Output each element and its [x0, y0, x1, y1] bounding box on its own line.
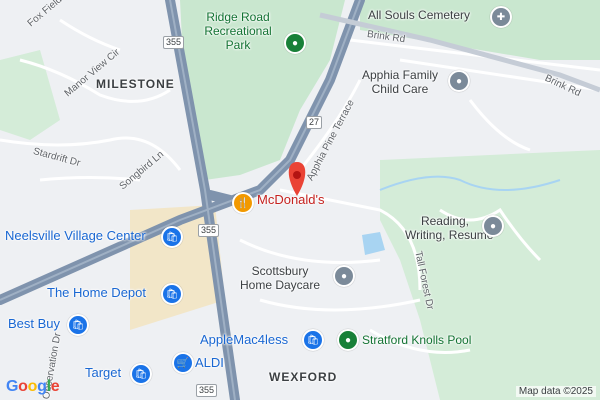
applemac-pin-icon[interactable]: 🛍 [302, 329, 324, 351]
target-pin-icon[interactable]: 🛍 [130, 363, 152, 385]
best-buy-label[interactable]: Best Buy [8, 317, 60, 331]
pool-pin-icon[interactable]: ● [337, 329, 359, 351]
apphia-child-care-label[interactable]: Apphia Family Child Care [350, 68, 450, 96]
park-pin-icon[interactable]: ● [284, 32, 306, 54]
stratford-knolls-pool-label[interactable]: Stratford Knolls Pool [362, 333, 471, 347]
ridge-road-park-label[interactable]: Ridge Road Recreational Park [193, 10, 283, 52]
daycare-pin-icon[interactable]: ● [333, 265, 355, 287]
tutoring-pin-icon[interactable]: ● [482, 215, 504, 237]
reading-writing-resume-label[interactable]: Reading, Writing, Resume [405, 214, 493, 242]
scottsbury-home-daycare-label[interactable]: Scottsbury Home Daycare [230, 264, 330, 292]
aldi-pin-icon[interactable]: 🛒 [172, 352, 194, 374]
route-shield: 27 [306, 116, 323, 129]
applemac4less-label[interactable]: AppleMac4less [200, 333, 288, 347]
neelsville-village-center-label[interactable]: Neelsville Village Center [5, 229, 146, 243]
milestone-area-label: MILESTONE [96, 77, 175, 91]
map-canvas[interactable]: Ridge Road Recreational Park ● All Souls C… [0, 0, 600, 400]
google-logo: Google [6, 378, 60, 395]
forest-area [380, 150, 600, 400]
route-shield: 355 [163, 36, 185, 49]
pond [362, 232, 385, 255]
best-buy-pin-icon[interactable]: 🛍 [67, 314, 89, 336]
target-label[interactable]: Target [85, 366, 121, 380]
child-care-pin-icon[interactable]: ● [448, 70, 470, 92]
route-shield: 355 [198, 224, 220, 237]
shopping-pin-icon[interactable]: 🛍 [161, 226, 183, 248]
aldi-label[interactable]: ALDI [195, 356, 224, 370]
cemetery-pin-icon[interactable]: ✚ [490, 6, 512, 28]
home-depot-pin-icon[interactable]: 🛍 [161, 283, 183, 305]
all-souls-cemetery-label[interactable]: All Souls Cemetery [368, 8, 470, 22]
home-depot-label[interactable]: The Home Depot [47, 286, 146, 300]
route-shield: 355 [196, 384, 218, 397]
mcdonalds-label[interactable]: McDonald's [257, 193, 325, 207]
map-attribution[interactable]: Map data ©2025 [515, 386, 596, 397]
restaurant-pin-icon[interactable]: 🍴 [232, 192, 254, 214]
wexford-area-label: WEXFORD [269, 370, 338, 384]
